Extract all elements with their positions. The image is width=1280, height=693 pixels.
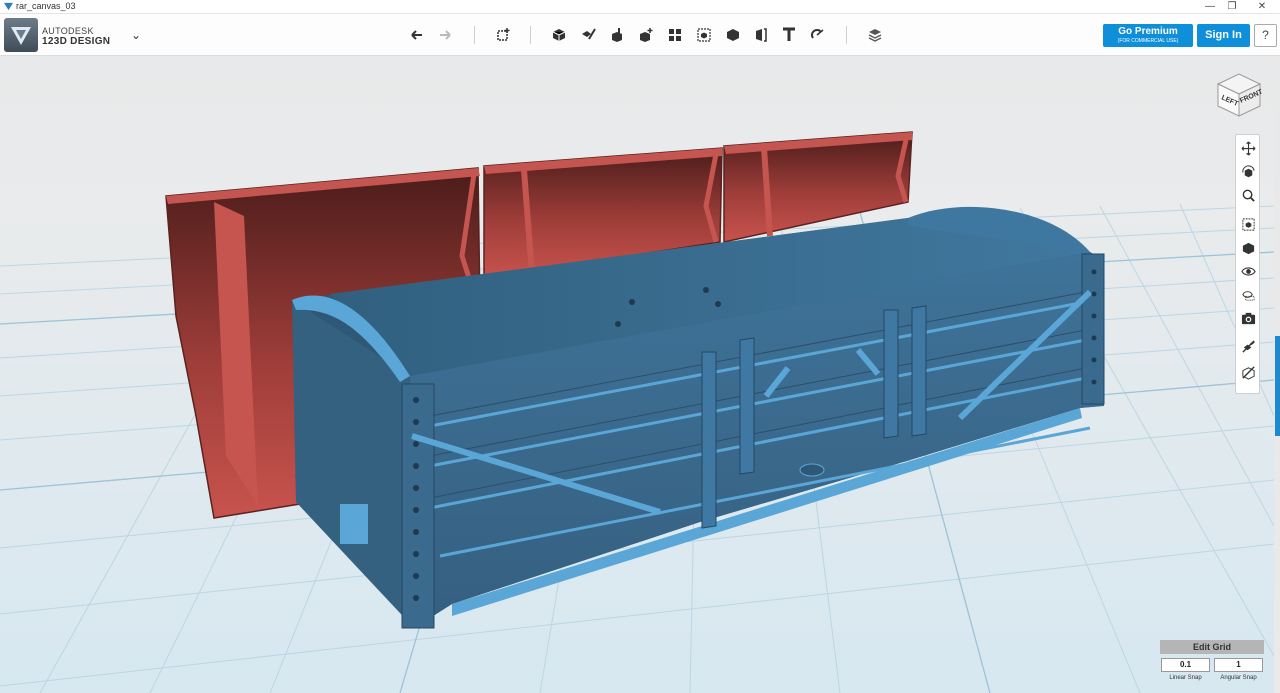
pan-icon[interactable] [1238,138,1258,158]
sketch-icon[interactable] [577,24,599,46]
pattern-icon[interactable] [664,24,686,46]
group-icon[interactable] [693,24,715,46]
modify-icon[interactable] [635,24,657,46]
toolbar-separator [846,26,847,44]
logo [4,18,38,52]
angular-snap-field[interactable]: 1 [1214,658,1263,672]
sign-in-button[interactable]: Sign In [1197,24,1250,47]
app-icon [4,2,13,11]
main-toolbar: AUTODESK 123D DESIGN ⌄ Go Premium (FOR C… [0,14,1280,56]
maximize-button[interactable]: ❐ [1215,0,1249,14]
app-menu-button[interactable]: ⌄ [128,28,144,44]
go-premium-button[interactable]: Go Premium (FOR COMMERCIAL USE) [1103,24,1193,47]
screenshot-icon[interactable] [1238,308,1258,328]
scene-canvas[interactable] [0,56,1274,693]
app-window: rar_canvas_03 — ❐ ✕ AUTODESK 123D DESIGN… [0,0,1280,693]
title-bar: rar_canvas_03 — ❐ ✕ [0,0,1280,14]
grid-panel: Edit Grid 0.1 1 Linear Snap Angular Snap [1160,640,1264,690]
view-cube[interactable]: LEFT FRONT [1212,66,1266,120]
navigation-toolbar [1235,134,1260,394]
go-premium-label: Go Premium [1118,26,1178,37]
viewport-scrollbar[interactable] [1274,56,1280,693]
visibility-icon[interactable] [1238,261,1258,281]
construct-icon[interactable] [606,24,628,46]
window-title: rar_canvas_03 [16,1,76,11]
measure-icon[interactable] [750,24,772,46]
toolbar-separator [474,26,475,44]
zoom-icon[interactable] [1238,185,1258,205]
close-button[interactable]: ✕ [1245,0,1279,14]
undo-icon[interactable] [406,24,428,46]
hide-mesh-icon[interactable] [1238,362,1258,382]
combine-icon[interactable] [722,24,744,46]
hide-sketch-icon[interactable] [1238,336,1258,356]
angular-snap-label: Angular Snap [1220,675,1257,681]
go-premium-sublabel: (FOR COMMERCIAL USE) [1117,38,1179,44]
brand-company: AUTODESK [42,26,94,36]
primitives-icon[interactable] [548,24,570,46]
view-materials-icon[interactable] [1238,238,1258,258]
edit-grid-button[interactable]: Edit Grid [1160,640,1264,654]
fit-icon[interactable] [1238,214,1258,234]
3d-viewport[interactable] [0,56,1274,693]
orbit-icon[interactable] [1238,162,1258,182]
redo-icon[interactable] [434,24,456,46]
linear-snap-field[interactable]: 0.1 [1161,658,1210,672]
view-mode-icon[interactable] [1238,284,1258,304]
material-icon[interactable] [864,24,886,46]
linear-snap-label: Linear Snap [1169,675,1202,681]
transform-icon[interactable] [492,24,514,46]
text-icon[interactable] [778,24,800,46]
scrollbar-thumb[interactable] [1275,336,1280,436]
toolbar-separator [530,26,531,44]
snap-icon[interactable] [806,24,828,46]
help-button[interactable]: ? [1254,24,1277,47]
brand-product: 123D DESIGN [42,36,111,47]
